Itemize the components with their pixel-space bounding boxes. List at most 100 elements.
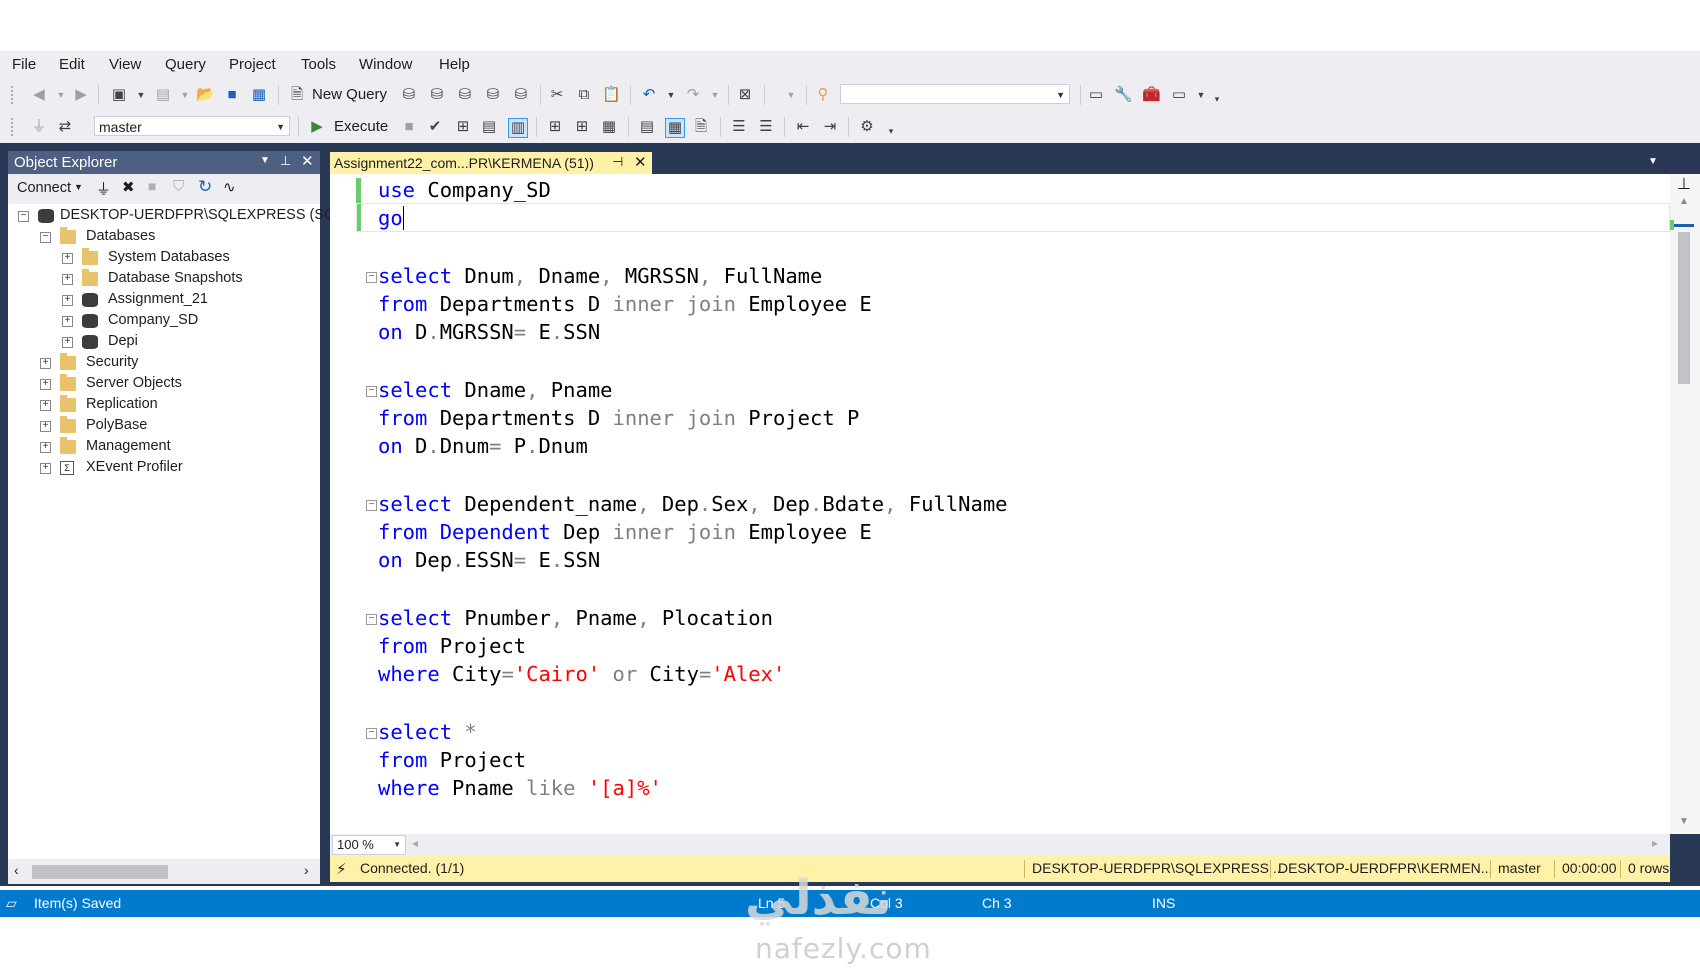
execute-play-icon[interactable]: ▶ <box>308 118 326 136</box>
dropdown-arrow-icon[interactable]: ▼ <box>176 86 194 104</box>
scroll-down-icon[interactable]: ▼ <box>1679 816 1689 827</box>
open-file-icon[interactable]: 📂 <box>196 86 215 104</box>
menu-view[interactable]: View <box>109 56 141 73</box>
connect-plug-icon[interactable]: ⏚ <box>30 118 48 136</box>
properties-wrench-icon[interactable]: 🔧 <box>1114 86 1133 104</box>
expand-icon[interactable]: + <box>40 379 51 390</box>
scroll-left-icon[interactable]: ◂ <box>412 836 418 850</box>
expand-icon[interactable]: + <box>62 253 73 264</box>
zoom-select[interactable]: 100 % ▼ <box>332 835 406 855</box>
results-to-text-icon[interactable]: ▤ <box>638 118 656 136</box>
chevron-down-icon[interactable]: ▼ <box>393 836 401 854</box>
menu-file[interactable]: File <box>12 56 36 73</box>
copy-icon[interactable]: ⧉ <box>575 86 593 104</box>
tab-query-document[interactable]: Assignment22_com...PR\KERMENA (51)) ⊣ ✕ <box>330 152 652 174</box>
save-all-icon[interactable]: ▦ <box>250 86 268 104</box>
activity-monitor-icon[interactable]: ⊠ <box>736 86 754 104</box>
dropdown-arrow-icon[interactable]: ▼ <box>706 86 724 104</box>
available-databases-select[interactable]: master ▼ <box>94 116 290 136</box>
collapse-region-icon[interactable]: − <box>366 500 377 511</box>
chevron-down-icon[interactable]: ▼ <box>74 182 83 192</box>
connect-plug-icon[interactable]: ⏚ <box>96 178 111 199</box>
expand-icon[interactable]: + <box>40 358 51 369</box>
scroll-up-icon[interactable]: ▲ <box>1679 196 1689 207</box>
disconnect-icon[interactable]: ✖ <box>122 178 135 196</box>
dropdown-arrow-icon[interactable]: ▼ <box>662 86 680 104</box>
live-stats-icon[interactable]: ⊞ <box>573 118 591 136</box>
new-query-icon[interactable]: 🗎 <box>288 86 306 104</box>
dropdown-arrow-icon[interactable]: ▼ <box>132 86 150 104</box>
chevron-down-icon[interactable]: ▼ <box>276 117 285 137</box>
expand-icon[interactable]: + <box>62 337 73 348</box>
close-icon[interactable]: ✕ <box>634 153 647 171</box>
vertical-scrollbar[interactable]: ⊥ ▲ ▼ <box>1670 174 1700 834</box>
cancel-query-icon[interactable]: ■ <box>400 118 418 136</box>
client-stats-icon[interactable]: ▦ <box>600 118 618 136</box>
uncomment-lines-icon[interactable]: ☰ <box>757 118 775 136</box>
paste-icon[interactable]: 📋 <box>602 86 621 104</box>
filter-icon[interactable]: ⛉ <box>173 178 184 195</box>
analysis-dax-query-icon[interactable]: ⛁ <box>512 86 530 104</box>
redo-icon[interactable]: ↷ <box>684 86 702 104</box>
find-in-files-icon[interactable]: ⚲ <box>814 86 832 104</box>
expand-icon[interactable]: + <box>40 421 51 432</box>
collapse-icon[interactable]: − <box>18 211 29 222</box>
stop-icon[interactable]: ■ <box>148 178 156 194</box>
menu-query[interactable]: Query <box>165 56 206 73</box>
scrollbar-thumb[interactable] <box>1678 232 1690 384</box>
toolbar-overflow-icon[interactable]: ▾ <box>1208 90 1226 108</box>
expand-icon[interactable]: + <box>62 295 73 306</box>
sql-query-editor[interactable]: use Company_SD go − select Dnum, Dname, … <box>330 174 1670 834</box>
menu-tools[interactable]: Tools <box>301 56 336 73</box>
scroll-right-icon[interactable]: › <box>304 862 309 878</box>
new-query-button[interactable]: New Query <box>312 86 387 103</box>
results-to-file-icon[interactable]: 🗎 <box>692 118 710 136</box>
comment-lines-icon[interactable]: ☰ <box>730 118 748 136</box>
options-icon[interactable]: ▭ <box>1170 86 1188 104</box>
toolbar-grip[interactable] <box>10 85 14 105</box>
menu-edit[interactable]: Edit <box>59 56 85 73</box>
query-designer-icon[interactable]: ▤ <box>480 118 498 136</box>
tree-node-server[interactable]: − DESKTOP-UERDFPR\SQLEXPRESS (SQL <box>18 206 343 228</box>
collapse-region-icon[interactable]: − <box>366 272 377 283</box>
window-position-dropdown-icon[interactable]: ▼ <box>260 155 270 166</box>
scrollbar-thumb[interactable] <box>32 865 168 879</box>
menu-window[interactable]: Window <box>359 56 412 73</box>
expand-icon[interactable]: + <box>40 442 51 453</box>
scroll-right-icon[interactable]: ▸ <box>1652 836 1658 850</box>
pin-icon[interactable]: ⊥ <box>280 153 291 169</box>
cut-icon[interactable]: ✂ <box>548 86 566 104</box>
dropdown-arrow-icon[interactable]: ▼ <box>782 86 800 104</box>
analysis-xmla-query-icon[interactable]: ⛁ <box>484 86 502 104</box>
toolbar-overflow-icon[interactable]: ▾ <box>882 122 900 140</box>
activity-monitor-icon[interactable]: ∿ <box>223 178 236 196</box>
database-engine-query-icon[interactable]: ⛁ <box>400 86 418 104</box>
dropdown-arrow-icon[interactable]: ▼ <box>52 86 70 104</box>
parse-check-icon[interactable]: ✔ <box>426 118 444 136</box>
save-icon[interactable]: ■ <box>223 86 241 104</box>
undo-icon[interactable]: ↶ <box>640 86 658 104</box>
execute-button[interactable]: Execute <box>334 118 388 135</box>
collapse-region-icon[interactable]: − <box>366 386 377 397</box>
connect-button[interactable]: Connect <box>17 180 71 196</box>
menu-project[interactable]: Project <box>229 56 276 73</box>
back-icon[interactable]: ◀ <box>30 86 48 104</box>
split-window-icon[interactable]: ⊥ <box>1677 174 1691 194</box>
expand-icon[interactable]: + <box>62 274 73 285</box>
results-to-grid-icon[interactable]: ▦ <box>665 118 685 138</box>
close-icon[interactable]: ✕ <box>301 152 314 170</box>
decrease-indent-icon[interactable]: ⇤ <box>794 118 812 136</box>
analysis-dmx-query-icon[interactable]: ⛁ <box>456 86 474 104</box>
specify-template-values-icon[interactable]: ⚙ <box>858 118 876 136</box>
tab-list-dropdown-icon[interactable]: ▼ <box>1648 156 1658 167</box>
scroll-left-icon[interactable]: ‹ <box>14 862 19 878</box>
expand-icon[interactable]: + <box>40 400 51 411</box>
solution-explorer-icon[interactable]: ▭ <box>1087 86 1105 104</box>
expand-icon[interactable]: + <box>40 463 51 474</box>
collapse-icon[interactable]: − <box>40 232 51 243</box>
horizontal-scrollbar[interactable]: ‹ › <box>8 859 320 884</box>
increase-indent-icon[interactable]: ⇥ <box>821 118 839 136</box>
intellisense-icon[interactable]: ▥ <box>508 118 528 138</box>
toolbox-icon[interactable]: 🧰 <box>1142 86 1161 104</box>
find-combo[interactable]: ▼ <box>840 84 1070 104</box>
